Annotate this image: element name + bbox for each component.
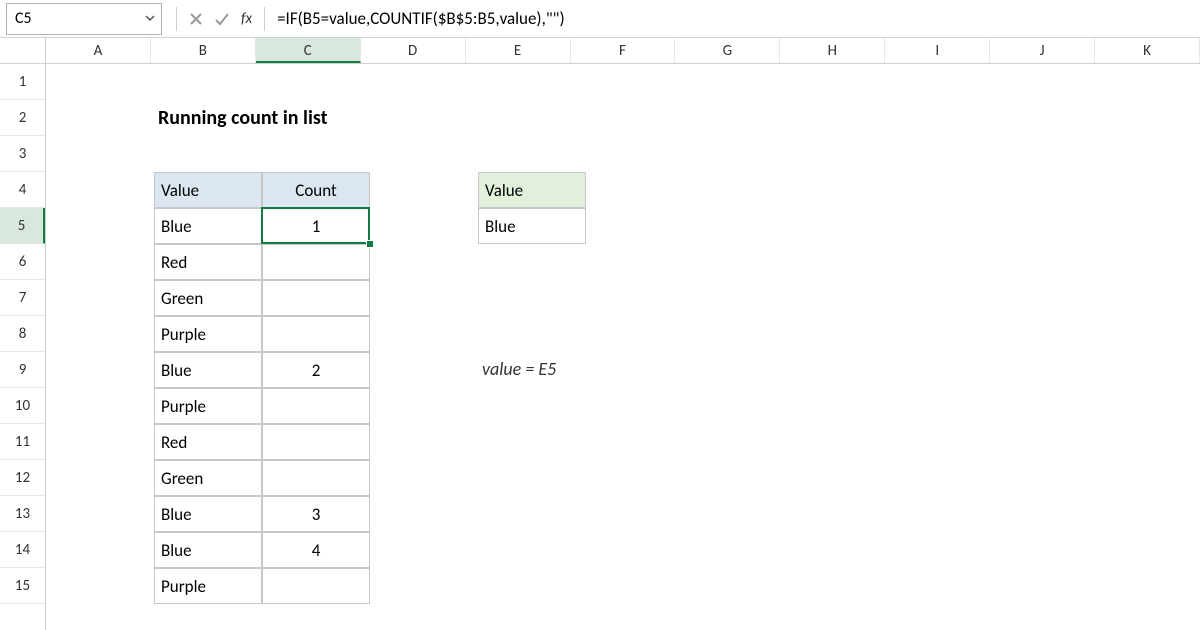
table-cell-value[interactable]: Blue xyxy=(154,208,262,244)
table-cell-value[interactable]: Green xyxy=(154,280,262,316)
fx-icon[interactable]: fx xyxy=(241,10,252,28)
row-header-7[interactable]: 7 xyxy=(0,280,45,316)
row-header-13[interactable]: 13 xyxy=(0,496,45,532)
named-range-note: value = E5 xyxy=(482,358,556,380)
cells-area[interactable]: Running count in listValueCountBlue1RedG… xyxy=(46,64,1200,630)
enter-icon[interactable] xyxy=(209,4,235,34)
table-cell-count[interactable] xyxy=(262,568,370,604)
table-cell-value[interactable]: Red xyxy=(154,244,262,280)
formula-bar: fx xyxy=(0,0,1200,38)
lookup-value[interactable]: Blue xyxy=(478,208,586,244)
table-cell-count[interactable]: 2 xyxy=(262,352,370,388)
fill-handle[interactable] xyxy=(366,240,374,248)
select-all-corner[interactable] xyxy=(0,38,46,64)
row-header-1[interactable]: 1 xyxy=(0,64,45,100)
row-header-3[interactable]: 3 xyxy=(0,136,45,172)
column-header-f[interactable]: F xyxy=(571,38,676,63)
table-cell-value[interactable]: Purple xyxy=(154,316,262,352)
table-cell-value[interactable]: Purple xyxy=(154,388,262,424)
table-header-value[interactable]: Value xyxy=(154,172,262,208)
column-header-h[interactable]: H xyxy=(780,38,885,63)
table-cell-count[interactable]: 1 xyxy=(262,208,370,244)
table-cell-value[interactable]: Blue xyxy=(154,352,262,388)
row-header-11[interactable]: 11 xyxy=(0,424,45,460)
table-header-count[interactable]: Count xyxy=(262,172,370,208)
row-header-6[interactable]: 6 xyxy=(0,244,45,280)
table-cell-count[interactable] xyxy=(262,280,370,316)
divider xyxy=(176,7,177,31)
spreadsheet-grid: ABCDEFGHIJK 123456789101112131415 Runnin… xyxy=(0,38,1200,630)
chevron-down-icon[interactable] xyxy=(145,9,155,28)
column-header-d[interactable]: D xyxy=(361,38,466,63)
table-cell-count[interactable]: 4 xyxy=(262,532,370,568)
row-header-14[interactable]: 14 xyxy=(0,532,45,568)
column-header-a[interactable]: A xyxy=(46,38,151,63)
formula-input[interactable] xyxy=(271,4,1194,34)
table-cell-count[interactable] xyxy=(262,316,370,352)
table-cell-count[interactable] xyxy=(262,460,370,496)
table-cell-count[interactable]: 3 xyxy=(262,496,370,532)
row-header-15[interactable]: 15 xyxy=(0,568,45,604)
row-headers: 123456789101112131415 xyxy=(0,38,46,630)
column-header-c[interactable]: C xyxy=(256,38,361,63)
column-header-b[interactable]: B xyxy=(151,38,256,63)
table-cell-value[interactable]: Blue xyxy=(154,496,262,532)
row-header-4[interactable]: 4 xyxy=(0,172,45,208)
column-header-e[interactable]: E xyxy=(466,38,571,63)
table-cell-value[interactable]: Blue xyxy=(154,532,262,568)
name-box[interactable] xyxy=(6,3,162,35)
row-header-9[interactable]: 9 xyxy=(0,352,45,388)
divider xyxy=(264,7,265,31)
table-cell-count[interactable] xyxy=(262,388,370,424)
column-header-i[interactable]: I xyxy=(885,38,990,63)
row-header-5[interactable]: 5 xyxy=(0,208,45,244)
row-header-8[interactable]: 8 xyxy=(0,316,45,352)
row-header-2[interactable]: 2 xyxy=(0,100,45,136)
column-header-g[interactable]: G xyxy=(675,38,780,63)
table-cell-count[interactable] xyxy=(262,424,370,460)
column-header-k[interactable]: K xyxy=(1095,38,1200,63)
cell-ref-input[interactable] xyxy=(15,9,153,28)
row-header-10[interactable]: 10 xyxy=(0,388,45,424)
table-cell-count[interactable] xyxy=(262,244,370,280)
page-title: Running count in list xyxy=(158,106,328,130)
lookup-header[interactable]: Value xyxy=(478,172,586,208)
row-header-12[interactable]: 12 xyxy=(0,460,45,496)
column-header-j[interactable]: J xyxy=(990,38,1095,63)
table-cell-value[interactable]: Purple xyxy=(154,568,262,604)
column-headers: ABCDEFGHIJK xyxy=(46,38,1200,64)
table-cell-value[interactable]: Green xyxy=(154,460,262,496)
table-cell-value[interactable]: Red xyxy=(154,424,262,460)
cancel-icon[interactable] xyxy=(183,4,209,34)
